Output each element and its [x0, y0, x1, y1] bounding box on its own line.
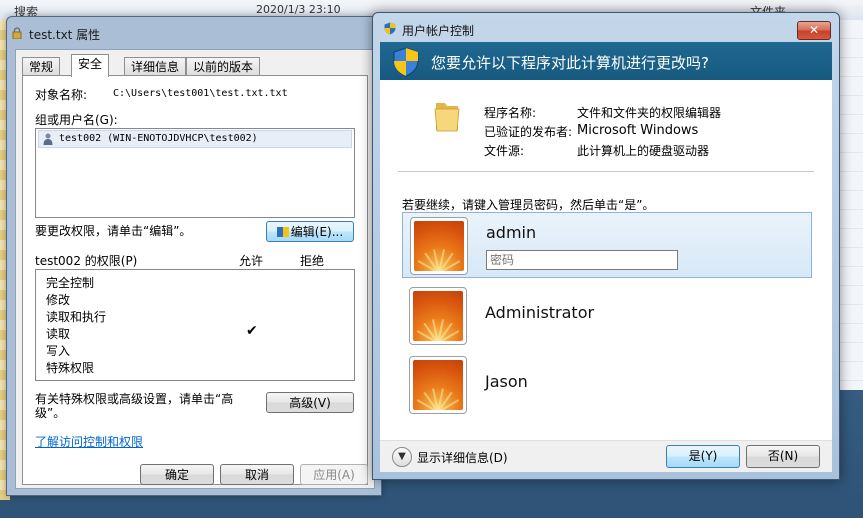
uac-dialog: 用户帐户控制 ✕ 您要允许以下程序对此计算机进行更改吗? 程序名称: 文件和文件… — [372, 12, 840, 480]
advanced-button[interactable]: 高级(V) — [266, 392, 354, 413]
change-permissions-hint: 要更改权限，请单击“编辑”。 — [35, 224, 192, 238]
file-source-value: 此计算机上的硬盘驱动器 — [577, 144, 710, 158]
permission-modify: 修改 — [46, 293, 71, 307]
publisher-label: 已验证的发布者: — [484, 125, 573, 139]
permission-full-control: 完全控制 — [46, 276, 95, 290]
close-icon: ✕ — [808, 23, 820, 37]
tab-general[interactable]: 常规 — [22, 57, 61, 76]
properties-title: test.txt 属性 — [29, 28, 101, 42]
edit-button[interactable]: 编辑(E)... — [266, 221, 354, 242]
uac-footer: ▼ 显示详细信息(D) 是(Y) 否(N) — [380, 440, 832, 472]
group-or-user-label: 组或用户名(G): — [35, 113, 118, 127]
avatar — [410, 217, 468, 275]
uac-title: 用户帐户控制 — [402, 24, 475, 38]
account-jason[interactable]: Jason — [402, 352, 812, 418]
permissions-for-label: test002 的权限(P) — [35, 254, 138, 268]
user-entry-label: test002 (WIN-ENOTOJDVHCP\test002) — [59, 133, 258, 144]
apply-button[interactable]: 应用(A) — [300, 464, 368, 485]
permission-write: 写入 — [46, 344, 71, 358]
user-icon — [43, 133, 53, 145]
object-name-value: C:\Users\test001\test.txt.txt — [113, 88, 288, 99]
close-button[interactable]: ✕ — [797, 21, 831, 40]
chevron-down-icon[interactable]: ▼ — [392, 447, 412, 467]
password-field-box — [486, 250, 679, 270]
allow-column-header: 允许 — [239, 254, 264, 268]
yes-button[interactable]: 是(Y) — [666, 445, 740, 468]
permissions-list[interactable]: 完全控制 修改 读取和执行 读取 ✔ 写入 特殊权限 — [35, 269, 355, 381]
no-button[interactable]: 否(N) — [746, 445, 820, 468]
account-administrator[interactable]: Administrator — [402, 283, 812, 349]
background-date-text: 2020/1/3 23:10 — [256, 3, 341, 16]
divider — [398, 171, 814, 172]
uac-shield-icon — [276, 227, 289, 237]
show-details-toggle[interactable]: 显示详细信息(D) — [417, 449, 508, 466]
account-name: Administrator — [485, 303, 595, 322]
deny-column-header: 拒绝 — [300, 254, 325, 268]
tab-security[interactable]: 安全 — [71, 54, 110, 77]
account-admin[interactable]: admin — [402, 212, 812, 278]
password-prompt: 若要继续，请键入管理员密码，然后单击“是”。 — [402, 198, 655, 212]
uac-question: 您要允许以下程序对此计算机进行更改吗? — [431, 54, 709, 72]
uac-shield-icon — [393, 47, 419, 77]
group-user-list[interactable]: test002 (WIN-ENOTOJDVHCP\test002) — [35, 128, 355, 218]
program-name-label: 程序名称: — [484, 106, 537, 120]
file-source-label: 文件源: — [484, 144, 525, 158]
properties-client: 常规 安全 详细信息 以前的版本 对象名称: C:\Users\test001\… — [15, 49, 375, 489]
ok-button[interactable]: 确定 — [140, 464, 214, 485]
object-name-label: 对象名称: — [35, 88, 88, 102]
learn-access-control-link[interactable]: 了解访问控制和权限 — [35, 433, 143, 450]
uac-header: 您要允许以下程序对此计算机进行更改吗? — [380, 42, 832, 80]
uac-client: 您要允许以下程序对此计算机进行更改吗? 程序名称: 文件和文件夹的权限编辑器 已… — [380, 42, 832, 472]
permission-special: 特殊权限 — [46, 361, 95, 375]
properties-dialog: test.txt 属性 常规 安全 详细信息 以前的版本 对象名称: C:\Us… — [6, 16, 382, 496]
special-permissions-hint-line2: 级”。 — [35, 406, 66, 420]
permission-read-execute: 读取和执行 — [46, 310, 107, 324]
account-name: Jason — [485, 372, 528, 391]
cancel-button[interactable]: 取消 — [220, 464, 294, 485]
account-name: admin — [486, 223, 537, 242]
list-item-user[interactable]: test002 (WIN-ENOTOJDVHCP\test002) — [38, 130, 352, 148]
permission-read: 读取 — [46, 327, 71, 341]
tab-previous-versions[interactable]: 以前的版本 — [186, 57, 261, 76]
password-input[interactable] — [487, 251, 679, 269]
security-tab-page: 对象名称: C:\Users\test001\test.txt.txt 组或用户… — [22, 75, 368, 485]
read-allow-check-icon: ✔ — [246, 323, 258, 339]
publisher-value: Microsoft Windows — [577, 123, 699, 138]
properties-titlebar[interactable]: test.txt 属性 — [7, 17, 381, 45]
edit-button-label: 编辑(E)... — [290, 225, 344, 239]
uac-shield-small-icon — [384, 22, 396, 35]
avatar — [409, 356, 467, 414]
lock-icon — [12, 27, 22, 39]
avatar — [409, 287, 467, 345]
folder-icon — [434, 103, 460, 132]
tab-details[interactable]: 详细信息 — [124, 57, 187, 76]
program-name-value: 文件和文件夹的权限编辑器 — [577, 106, 722, 120]
